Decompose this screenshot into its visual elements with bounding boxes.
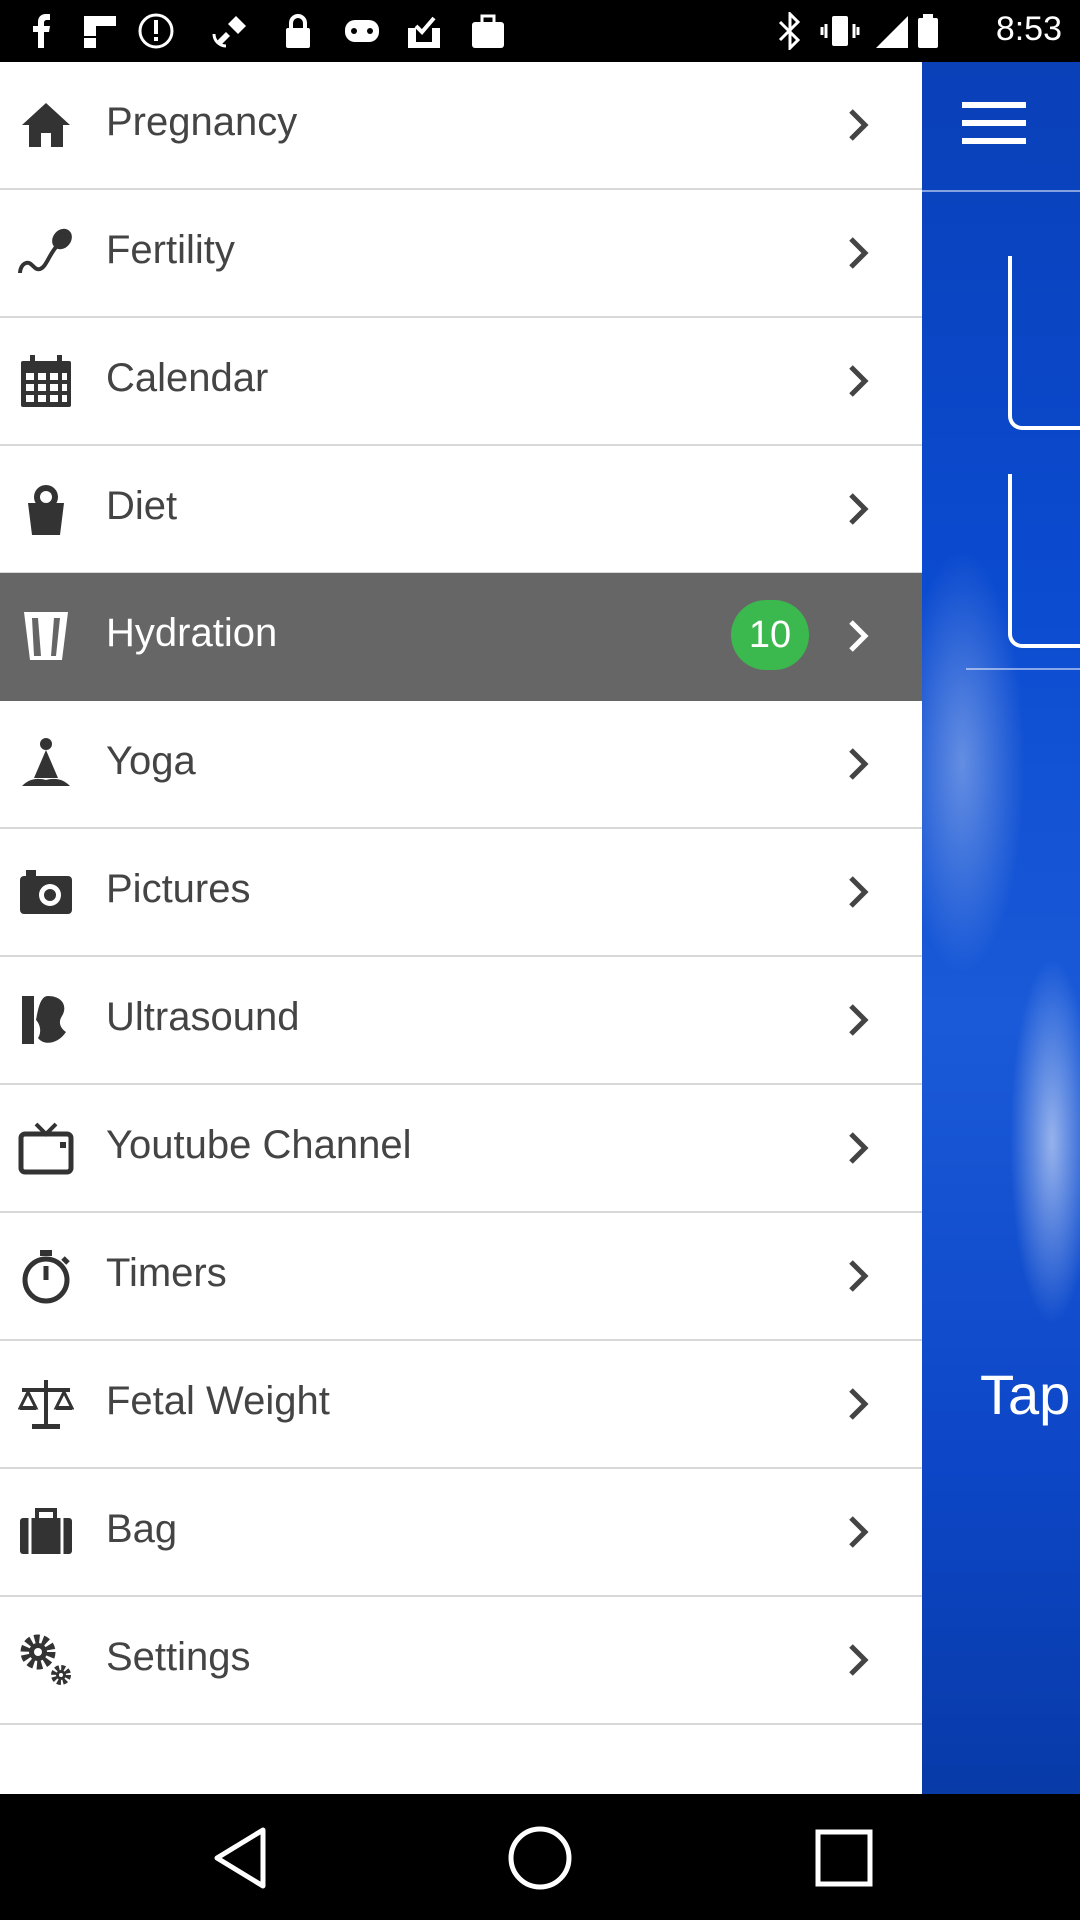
menu-item-pictures[interactable]: Pictures [0,829,922,957]
chevron-right-icon [842,1001,876,1039]
menu-item-label: Diet [106,484,178,528]
bag-icon [18,1504,74,1560]
alert-icon [136,12,176,50]
menu-item-label: Yoga [106,739,196,783]
chevron-right-icon [842,234,876,272]
menu-item-ultrasound[interactable]: Ultrasound [0,957,922,1085]
tv-icon [18,1120,74,1176]
briefcase-icon [468,12,508,50]
gears-icon [18,1632,74,1688]
navigation-bar [0,1794,1080,1920]
chevron-right-icon [842,362,876,400]
menu-item-label: Settings [106,1635,251,1679]
navigation-drawer: Pregnancy Fertility Calendar Diet Hydrat… [0,62,922,1794]
menu-item-label: Hydration [106,611,278,655]
chevron-right-icon [842,490,876,528]
status-time: 8:53 [995,10,1062,48]
apple-icon [18,481,74,537]
tap-instruction-text: Tap [980,1363,1071,1426]
chevron-right-icon [842,1129,876,1167]
menu-item-diet[interactable]: Diet [0,446,922,574]
menu-item-label: Fetal Weight [106,1379,330,1423]
background-screen: Tap [922,62,1080,1794]
divider [966,668,1080,670]
checkbox-outline [1008,256,1080,430]
chevron-right-icon [842,1385,876,1423]
fake-gps-icon [210,12,250,50]
menu-item-label: Ultrasound [106,995,300,1039]
stopwatch-icon [18,1248,74,1304]
count-badge: 10 [731,600,809,670]
hamburger-menu-icon[interactable] [962,102,1028,152]
chevron-right-icon [842,1257,876,1295]
menu-item-fertility[interactable]: Fertility [0,190,922,318]
home-icon [18,97,74,153]
ultrasound-icon [18,992,74,1048]
calendar-icon [18,353,74,409]
vibrate-icon [820,12,860,50]
menu-item-yoga[interactable]: Yoga [0,701,922,829]
battery-icon [916,12,940,50]
sperm-icon [18,225,74,281]
chevron-right-icon [842,106,876,144]
download-check-icon [404,12,444,50]
camera-icon [18,864,74,920]
facebook-icon [24,12,64,50]
menu-item-pregnancy[interactable]: Pregnancy [0,62,922,190]
menu-item-fetal-weight[interactable]: Fetal Weight [0,1341,922,1469]
chevron-right-icon [842,745,876,783]
menu-item-label: Bag [106,1507,178,1551]
checkbox-outline [1008,474,1080,648]
chevron-right-icon [842,873,876,911]
chevron-right-icon [842,1513,876,1551]
status-bar: 8:53 [0,0,1080,62]
scale-icon [17,1376,75,1432]
divider [922,190,1080,192]
lock-icon [278,12,318,50]
menu-item-calendar[interactable]: Calendar [0,318,922,446]
menu-item-timers[interactable]: Timers [0,1213,922,1341]
menu-item-settings[interactable]: Settings [0,1597,922,1725]
glass-icon [18,608,74,664]
menu-item-label: Pregnancy [106,100,298,144]
chevron-right-icon [842,1641,876,1679]
menu-item-label: Calendar [106,356,269,400]
chevron-right-icon [842,617,876,655]
menu-item-youtube-channel[interactable]: Youtube Channel [0,1085,922,1213]
menu-item-label: Fertility [106,228,235,272]
yoga-icon [18,736,74,792]
menu-item-bag[interactable]: Bag [0,1469,922,1597]
back-icon[interactable] [203,1822,275,1894]
game-controller-icon [342,12,382,50]
menu-item-label: Youtube Channel [106,1123,412,1167]
home-circle-icon[interactable] [504,1822,576,1894]
signal-icon [872,12,912,50]
recents-icon[interactable] [808,1822,880,1894]
menu-item-hydration[interactable]: Hydration 10 [0,573,922,701]
menu-item-label: Timers [106,1251,227,1295]
flipboard-icon [80,12,120,50]
menu-item-label: Pictures [106,867,251,911]
bluetooth-icon [770,10,810,52]
